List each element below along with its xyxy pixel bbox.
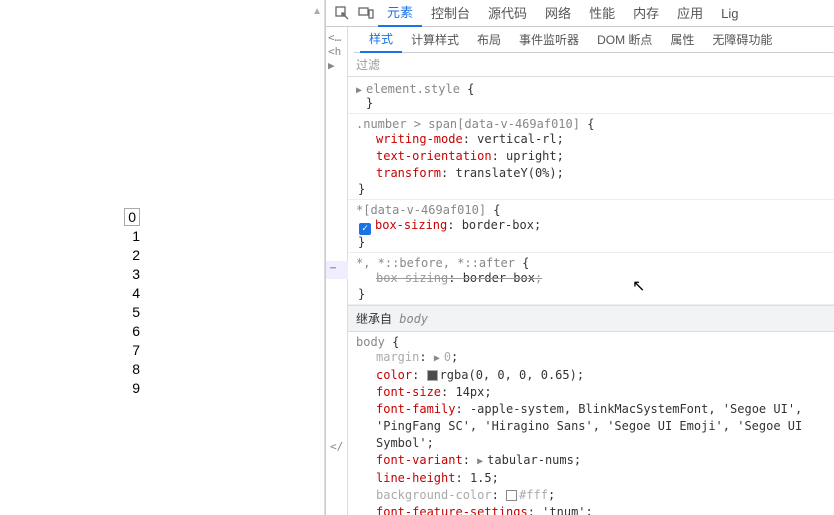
css-prop[interactable]: transform: translateY(0%); [356,165,826,182]
device-toggle-icon[interactable] [354,3,378,23]
css-prop-overridden[interactable]: box-sizing: border-box; [356,270,826,287]
css-prop[interactable]: font-family: -apple-system, BlinkMacSyst… [356,401,826,452]
tab-events[interactable]: 事件监听器 [510,27,588,53]
number-item[interactable]: 2 [120,246,140,265]
number-item[interactable]: 5 [120,303,140,322]
ellipsis-icon: ⋯ [330,263,336,274]
css-prop[interactable]: text-orientation: upright; [356,148,826,165]
color-swatch-icon[interactable] [427,370,438,381]
tab-performance[interactable]: 性能 [580,0,624,27]
tab-properties[interactable]: 属性 [661,27,703,53]
expand-icon[interactable]: ▶ [356,85,366,96]
tab-computed[interactable]: 计算样式 [402,27,468,53]
number-item[interactable]: 4 [120,284,140,303]
scroll-up-icon: ▲ [312,6,322,17]
tab-memory[interactable]: 内存 [624,0,668,27]
css-prop[interactable]: margin: ▶0; [356,349,826,367]
tab-lighthouse[interactable]: Lig [712,0,747,27]
css-prop[interactable]: color: rgba(0, 0, 0, 0.65); [356,367,826,384]
tab-layout[interactable]: 布局 [468,27,510,53]
number-item[interactable]: 7 [120,341,140,360]
css-rule[interactable]: .number > span[data-v-469af010] { writin… [348,114,834,200]
tab-elements[interactable]: 元素 [378,0,422,27]
tab-sources[interactable]: 源代码 [479,0,536,27]
css-prop[interactable]: font-feature-settings: 'tnum'; [356,504,826,515]
main-tab-bar: 元素 控制台 源代码 网络 性能 内存 应用 Lig [326,0,834,27]
dom-node[interactable]: </ [330,440,343,453]
tab-accessibility[interactable]: 无障碍功能 [703,27,781,53]
number-item[interactable]: 3 [120,265,140,284]
styles-panel: 样式 计算样式 布局 事件监听器 DOM 断点 属性 无障碍功能 过滤 ▶ele… [348,27,834,515]
tab-application[interactable]: 应用 [668,0,712,27]
devtools-panel: 元素 控制台 源代码 网络 性能 内存 应用 Lig <… <h ▶ ⋯ </ … [325,0,834,515]
style-rules-list: ▶element.style { } .number > span[data-v… [348,77,834,515]
tab-dom-breakpoints[interactable]: DOM 断点 [588,27,661,53]
tab-network[interactable]: 网络 [536,0,580,27]
css-rule[interactable]: *[data-v-469af010] { box-sizing: border-… [348,200,834,253]
expand-icon[interactable]: ▶ [434,350,444,367]
inherited-from-header: 继承自 body [348,305,834,332]
tab-console[interactable]: 控制台 [422,0,479,27]
expand-icon[interactable]: ▶ [326,59,347,73]
css-rule[interactable]: *, *::before, *::after { box-sizing: bor… [348,253,834,305]
css-prop[interactable]: line-height: 1.5; [356,470,826,487]
css-rule[interactable]: ▶element.style { } [348,79,834,114]
filter-input[interactable]: 过滤 [348,53,834,77]
dom-tree-panel[interactable]: <… <h ▶ ⋯ </ [326,27,348,515]
inspect-icon[interactable] [330,3,354,23]
page-preview-panel: ▲ 0 1 2 3 4 5 6 7 8 9 [0,0,325,515]
css-rule[interactable]: body { margin: ▶0; color: rgba(0, 0, 0, … [348,332,834,515]
number-item[interactable]: 1 [120,227,140,246]
css-prop[interactable]: background-color: #fff; [356,487,826,504]
number-list: 0 1 2 3 4 5 6 7 8 9 [120,208,140,398]
dom-node[interactable]: <h [326,45,347,59]
number-item[interactable]: 0 [120,208,140,227]
expand-icon[interactable]: ▶ [477,453,487,470]
dom-node[interactable]: <… [326,31,347,45]
color-swatch-icon[interactable] [506,490,517,501]
css-prop[interactable]: font-size: 14px; [356,384,826,401]
number-item[interactable]: 8 [120,360,140,379]
css-prop[interactable]: box-sizing: border-box; [356,217,826,235]
styles-tab-bar: 样式 计算样式 布局 事件监听器 DOM 断点 属性 无障碍功能 [354,27,834,53]
css-prop[interactable]: writing-mode: vertical-rl; [356,131,826,148]
tab-styles[interactable]: 样式 [360,27,402,53]
number-item[interactable]: 9 [120,379,140,398]
css-prop[interactable]: font-variant: ▶tabular-nums; [356,452,826,470]
inherited-from-link[interactable]: body [399,312,428,326]
number-item[interactable]: 6 [120,322,140,341]
checkbox-icon[interactable] [359,223,371,235]
